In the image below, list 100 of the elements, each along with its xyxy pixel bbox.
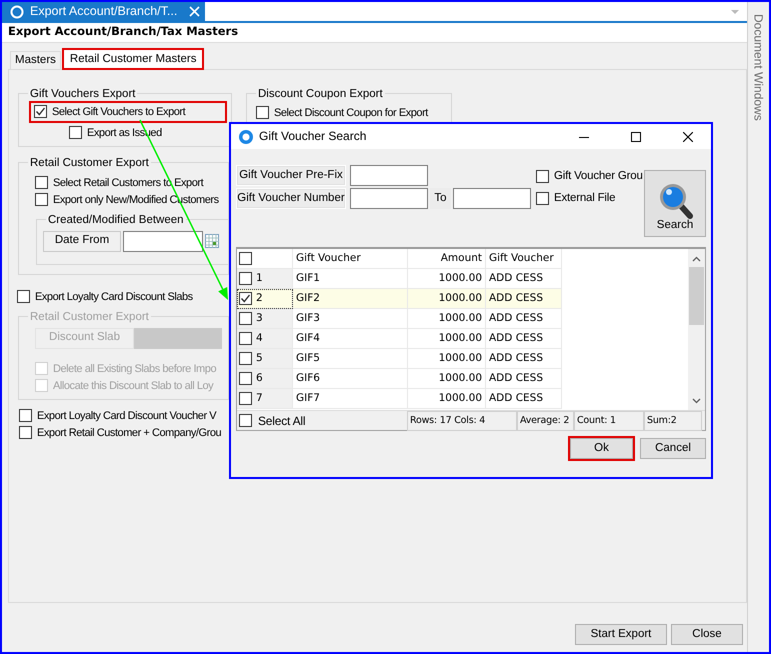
- dialog-button[interactable]: Cancel: [640, 438, 706, 459]
- checkbox[interactable]: [19, 426, 32, 440]
- checkbox-label: Select All: [258, 412, 306, 428]
- column-header[interactable]: Gift Voucher: [486, 249, 562, 269]
- row-header[interactable]: 5: [237, 349, 293, 369]
- checkbox-label: Gift Voucher Grou: [554, 169, 643, 184]
- table-cell: ADD CESS: [486, 309, 562, 329]
- row-header[interactable]: 4: [237, 329, 293, 349]
- row-number: 2: [256, 292, 263, 305]
- scroll-thumb[interactable]: [689, 267, 704, 325]
- table-cell: ADD CESS: [486, 389, 562, 409]
- status-cell: Count: 1: [574, 410, 644, 430]
- table-cell: GIF4: [293, 329, 408, 349]
- checkbox[interactable]: [239, 372, 252, 385]
- tab[interactable]: Masters: [10, 50, 61, 69]
- checkbox[interactable]: [239, 312, 252, 325]
- table-cell: 1000.00: [408, 289, 486, 309]
- close-icon: [683, 132, 693, 142]
- checkbox[interactable]: [19, 409, 32, 422]
- field-label: Date From: [43, 230, 121, 252]
- table-cell: 1000.00: [408, 329, 486, 349]
- text-field[interactable]: [453, 188, 531, 209]
- checkbox[interactable]: [239, 392, 252, 405]
- field-label: Gift Voucher Pre-Fix: [236, 165, 346, 186]
- row-number: 5: [256, 352, 263, 365]
- group-title: Retail Customer Export: [29, 156, 150, 170]
- logo-icon: [10, 4, 24, 18]
- scroll-down-icon: [692, 398, 701, 404]
- search-button[interactable]: Search: [644, 170, 706, 237]
- table-cell: 1000.00: [408, 369, 486, 389]
- checkbox[interactable]: [239, 414, 252, 427]
- checkbox[interactable]: [35, 193, 48, 206]
- action-button[interactable]: Close: [671, 624, 743, 645]
- row-number: 4: [256, 332, 263, 345]
- row-header[interactable]: 3: [237, 309, 293, 329]
- checkbox-label: Delete all Existing Slabs before Impo: [53, 362, 216, 377]
- table-cell: ADD CESS: [486, 349, 562, 369]
- table-cell: 1000.00: [408, 309, 486, 329]
- checkbox[interactable]: [17, 290, 30, 304]
- group-title: Gift Vouchers Export: [29, 86, 136, 101]
- table-cell: 1000.00: [408, 269, 486, 289]
- table-cell: ADD CESS: [486, 269, 562, 289]
- side-panel-title[interactable]: Document Windows: [751, 14, 766, 121]
- tab[interactable]: Retail Customer Masters: [62, 48, 204, 69]
- group-title: Retail Customer Export: [29, 310, 150, 324]
- table-cell: GIF7: [293, 389, 408, 409]
- row-number: 7: [256, 392, 263, 405]
- checkbox[interactable]: [256, 106, 269, 120]
- close-icon: [189, 6, 200, 17]
- checkbox-label: Export Loyalty Card Discount Voucher V: [37, 408, 216, 424]
- checkbox[interactable]: [536, 192, 549, 204]
- row-number: 1: [256, 272, 263, 285]
- checkbox-label: Allocate this Discount Slab to all Loy: [53, 378, 214, 394]
- dialog-title: Gift Voucher Search: [259, 129, 368, 144]
- row-number: 6: [256, 372, 263, 385]
- table-cell: 1000.00: [408, 349, 486, 369]
- row-header[interactable]: 6: [237, 369, 293, 389]
- checkbox[interactable]: [239, 352, 252, 365]
- column-header[interactable]: Gift Voucher: [293, 249, 408, 269]
- row-header[interactable]: 2: [237, 289, 293, 309]
- text-field[interactable]: [350, 188, 428, 209]
- scrollbar[interactable]: [688, 249, 705, 410]
- table-cell: ADD CESS: [486, 369, 562, 389]
- checkbox-label: Export Loyalty Card Discount Slabs: [35, 290, 193, 305]
- tab-title: Export Account/Branch/T...: [30, 4, 178, 19]
- row-header[interactable]: 7: [237, 389, 293, 409]
- table-cell: ADD CESS: [486, 289, 562, 309]
- table-cell: ADD CESS: [486, 329, 562, 349]
- group-title: Created/Modified Between: [47, 212, 185, 227]
- document-tab[interactable]: Export Account/Branch/T...: [2, 2, 205, 21]
- status-cell: Average: 2: [517, 410, 574, 430]
- calendar-icon: [205, 234, 219, 248]
- checkbox-label: External File: [554, 191, 616, 206]
- dialog-button[interactable]: Ok: [570, 438, 633, 459]
- text-field[interactable]: [350, 165, 428, 186]
- checkbox[interactable]: [239, 332, 252, 345]
- checkbox[interactable]: [34, 105, 47, 118]
- checkbox-label: Select Gift Vouchers to Export: [52, 104, 186, 120]
- scroll-up-icon: [692, 256, 701, 262]
- action-button[interactable]: Start Export: [575, 624, 667, 645]
- checkbox[interactable]: [239, 252, 252, 265]
- field-label: Gift Voucher Number: [236, 188, 346, 209]
- row-number: 3: [256, 312, 263, 325]
- group-title: Discount Coupon Export: [257, 86, 384, 101]
- checkbox[interactable]: [69, 126, 82, 140]
- row-header[interactable]: 1: [237, 269, 293, 289]
- checkbox-label: Export Retail Customer + Company/Grou: [37, 426, 222, 441]
- checkbox[interactable]: [35, 176, 48, 190]
- column-header[interactable]: Amount: [408, 249, 486, 269]
- search-icon: [657, 181, 693, 220]
- date-field[interactable]: [123, 230, 203, 252]
- checkbox[interactable]: [239, 292, 252, 305]
- maximize-icon: [631, 132, 641, 142]
- table-cell: GIF5: [293, 349, 408, 369]
- dropdown-icon: [731, 10, 739, 14]
- checkbox[interactable]: [239, 272, 252, 285]
- form-title: Export Account/Branch/Tax Masters: [2, 23, 747, 43]
- status-cell: Rows: 17 Cols: 4: [407, 410, 517, 430]
- checkbox[interactable]: [536, 170, 549, 182]
- table-cell: GIF3: [293, 309, 408, 329]
